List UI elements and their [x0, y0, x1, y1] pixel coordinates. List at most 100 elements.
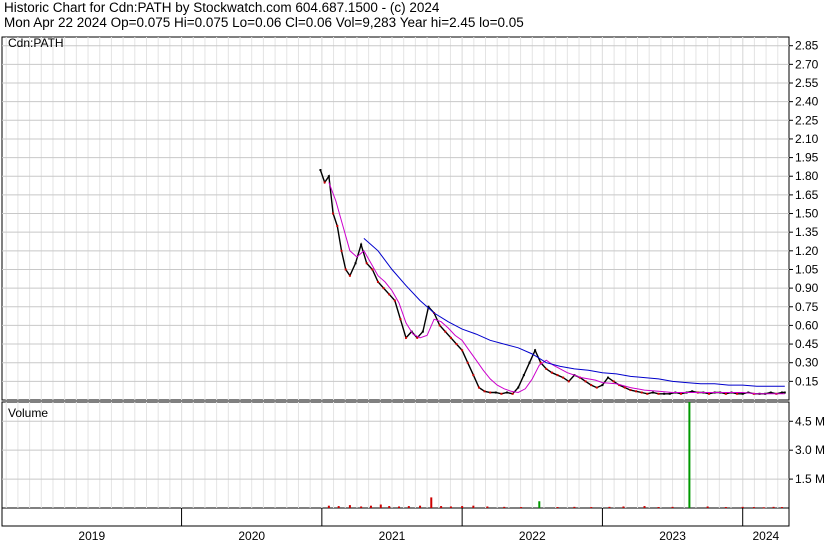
price-point — [393, 299, 396, 302]
price-tick-label: 2.55 — [795, 76, 819, 90]
price-point — [663, 392, 666, 395]
price-point — [500, 392, 503, 395]
price-point — [640, 391, 643, 394]
price-point — [336, 224, 339, 227]
volume-bar — [671, 506, 674, 508]
price-point — [348, 274, 351, 277]
price-point — [741, 392, 744, 395]
volume-bar — [486, 506, 489, 508]
price-point — [360, 243, 363, 246]
volume-bar — [608, 506, 611, 508]
volume-bar — [762, 507, 765, 509]
volume-bar — [538, 501, 541, 508]
price-point — [550, 371, 553, 374]
price-tick-label: 2.10 — [795, 132, 819, 146]
price-point — [477, 386, 480, 389]
price-point — [319, 169, 322, 172]
price-point — [612, 380, 615, 383]
volume-bar — [503, 506, 506, 508]
price-point — [567, 380, 570, 383]
price-point — [449, 336, 452, 339]
price-tick-label: 1.35 — [795, 225, 819, 239]
price-point — [466, 361, 469, 364]
volume-bar — [724, 507, 727, 509]
price-point — [371, 268, 374, 271]
volume-bar — [752, 507, 755, 509]
volume-panel-label: Volume — [8, 406, 48, 420]
price-point — [629, 389, 632, 392]
price-point — [528, 361, 531, 364]
price-point — [405, 336, 408, 339]
price-point — [607, 376, 610, 379]
price-point — [472, 374, 475, 377]
price-point — [556, 374, 559, 377]
volume-bar — [379, 504, 382, 508]
volume-bar — [440, 506, 443, 508]
volume-bar — [449, 506, 452, 508]
volume-bar — [643, 506, 646, 508]
price-point — [494, 391, 497, 394]
price-point — [354, 262, 357, 265]
volume-bar — [419, 505, 422, 508]
price-tick-label: 0.15 — [795, 374, 819, 388]
volume-tick-label: 4.5 M — [795, 414, 825, 428]
volume-bar — [360, 506, 363, 508]
volume-bar — [780, 507, 783, 509]
volume-bar — [622, 506, 625, 508]
price-point — [344, 268, 347, 271]
price-point — [489, 391, 492, 394]
price-tick-label: 1.50 — [795, 207, 819, 221]
price-point — [635, 390, 638, 393]
price-point — [708, 392, 711, 395]
year-label: 2019 — [78, 529, 105, 543]
price-point — [421, 330, 424, 333]
price-point — [657, 392, 660, 395]
volume-bar — [706, 506, 709, 508]
price-point — [534, 349, 537, 352]
volume-bar — [520, 507, 523, 509]
price-tick-label: 2.70 — [795, 57, 819, 71]
price-point — [340, 249, 343, 252]
volume-bar — [741, 506, 744, 508]
price-point — [506, 391, 509, 394]
price-point — [376, 280, 379, 283]
price-point — [679, 392, 682, 395]
price-tick-label: 1.65 — [795, 188, 819, 202]
volume-tick-label: 1.5 M — [795, 472, 825, 486]
price-point — [444, 330, 447, 333]
price-point — [382, 287, 385, 290]
price-point — [517, 386, 520, 389]
price-tick-label: 2.85 — [795, 39, 819, 53]
price-point — [623, 386, 626, 389]
price-point — [399, 318, 402, 321]
price-point — [601, 384, 604, 387]
price-tick-label: 1.80 — [795, 169, 819, 183]
volume-bar — [398, 506, 401, 508]
date-axis-frame — [1, 507, 790, 527]
price-point — [455, 343, 458, 346]
price-tick-label: 0.60 — [795, 318, 819, 332]
price-point — [736, 392, 739, 395]
price-point — [646, 392, 649, 395]
volume-bar — [657, 507, 660, 509]
volume-bar — [407, 506, 410, 508]
price-point — [783, 391, 786, 394]
year-label: 2021 — [379, 529, 406, 543]
volume-bar — [472, 505, 475, 508]
volume-bar — [430, 497, 433, 508]
volume-bar — [461, 506, 464, 508]
price-point — [323, 181, 326, 184]
price-tick-label: 0.45 — [795, 337, 819, 351]
volume-tick-label: 3.0 M — [795, 443, 825, 457]
price-panel-frame — [1, 36, 790, 401]
price-tick-label: 2.25 — [795, 113, 819, 127]
price-tick-label: 1.95 — [795, 151, 819, 165]
volume-bar — [590, 507, 593, 509]
price-point — [438, 324, 441, 327]
price-point — [668, 392, 671, 395]
series-price — [319, 169, 785, 395]
price-point — [545, 367, 548, 370]
price-tick-label: 0.30 — [795, 356, 819, 370]
price-point — [511, 392, 514, 395]
year-label: 2022 — [519, 529, 546, 543]
